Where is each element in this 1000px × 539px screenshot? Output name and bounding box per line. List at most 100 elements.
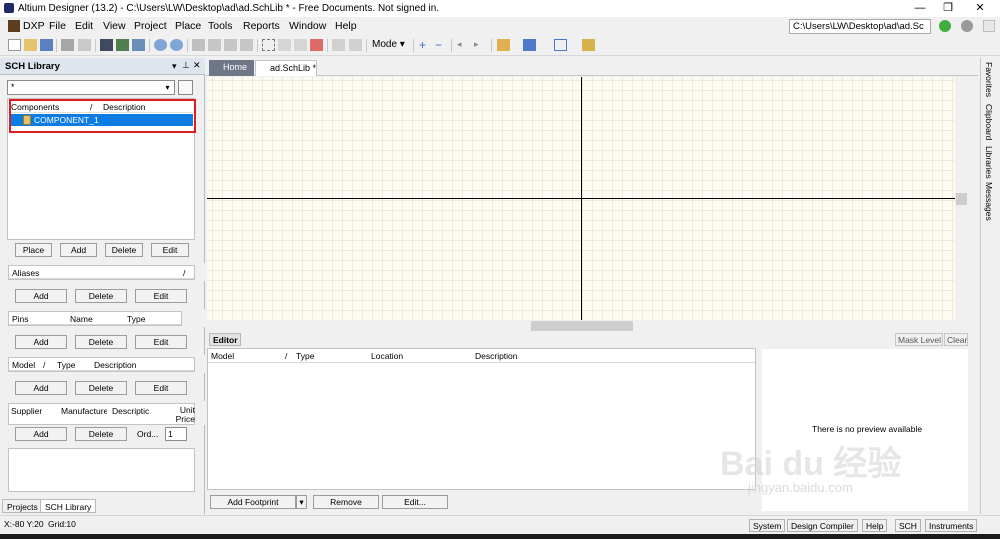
ieee-symbols-icon[interactable]: [497, 39, 510, 51]
tab-favorites[interactable]: Favorites: [984, 62, 994, 97]
model-scrollbar[interactable]: [195, 355, 205, 373]
menu-view[interactable]: View: [103, 20, 126, 32]
print-icon[interactable]: [61, 39, 74, 51]
instruments-button[interactable]: Instruments: [925, 519, 978, 532]
grid-icon[interactable]: [554, 39, 567, 51]
select-area-icon[interactable]: [262, 39, 275, 51]
tab-schlib[interactable]: ad.SchLib *: [255, 60, 317, 76]
rubber-stamp-icon[interactable]: [240, 39, 253, 51]
description-column-header[interactable]: Description: [94, 360, 137, 370]
aliases-column-header[interactable]: Aliases: [12, 268, 39, 278]
supplier-scrollbar[interactable]: [195, 401, 205, 425]
menu-reports[interactable]: Reports: [243, 20, 280, 32]
menu-edit[interactable]: Edit: [75, 20, 93, 32]
remove-icon[interactable]: −: [435, 39, 448, 51]
edit-model-button[interactable]: Edit: [135, 381, 187, 395]
redo-icon[interactable]: [349, 39, 362, 51]
paste-icon[interactable]: [224, 39, 237, 51]
menu-tools[interactable]: Tools: [208, 20, 233, 32]
canvas-vertical-scrollbar[interactable]: [955, 77, 968, 321]
open-folder-icon[interactable]: [24, 39, 37, 51]
name-column-header[interactable]: Name: [70, 314, 93, 324]
delete-pin-button[interactable]: Delete: [75, 335, 127, 349]
mode-dropdown[interactable]: Mode ▾: [372, 39, 405, 50]
arrow-right-icon[interactable]: ▸: [474, 39, 487, 51]
remove-model-button[interactable]: Remove: [313, 495, 379, 509]
tab-messages[interactable]: Messages: [984, 182, 994, 221]
supplier-column-header[interactable]: Supplier: [11, 406, 42, 416]
tab-projects[interactable]: Projects: [2, 499, 43, 513]
undo-icon[interactable]: [332, 39, 345, 51]
menu-help[interactable]: Help: [335, 20, 357, 32]
panel-menu-icon[interactable]: ▾: [172, 61, 177, 72]
delete-component-button[interactable]: Delete: [105, 243, 143, 257]
pin-icon[interactable]: ⊥: [182, 60, 190, 71]
add-component-button[interactable]: Add: [60, 243, 97, 257]
save-icon[interactable]: [40, 39, 53, 51]
print-preview-icon[interactable]: [78, 39, 91, 51]
deselect-icon[interactable]: [310, 39, 323, 51]
add-footprint-button[interactable]: Add Footprint: [210, 495, 296, 509]
restore-button[interactable]: ❐: [934, 1, 962, 15]
add-supplier-button[interactable]: Add: [15, 427, 67, 441]
new-file-icon[interactable]: [8, 39, 21, 51]
model-column-header[interactable]: Model: [211, 351, 234, 361]
copy-icon[interactable]: [208, 39, 221, 51]
tab-home[interactable]: Home: [209, 60, 254, 76]
zoom-in-icon[interactable]: [154, 39, 167, 51]
location-column-header[interactable]: Location: [371, 351, 403, 361]
aliases-scrollbar[interactable]: [195, 263, 205, 281]
edit-pin-button[interactable]: Edit: [135, 335, 187, 349]
edit-component-button[interactable]: Edit: [151, 243, 189, 257]
move-icon[interactable]: [278, 39, 291, 51]
order-quantity-stepper[interactable]: 1: [165, 427, 187, 441]
zoom-out-icon[interactable]: [170, 39, 183, 51]
edit-alias-button[interactable]: Edit: [135, 289, 187, 303]
device-sheet-icon[interactable]: [116, 39, 129, 51]
canvas-horizontal-scrollbar[interactable]: [207, 320, 955, 332]
open-project-icon[interactable]: [100, 39, 113, 51]
editor-tab[interactable]: Editor: [209, 333, 241, 346]
add-icon[interactable]: +: [419, 39, 432, 51]
unit-price-column-header[interactable]: Unit Price: [171, 406, 195, 424]
panel-close-icon[interactable]: ✕: [193, 60, 201, 71]
component-filter-input[interactable]: * ▾: [7, 80, 175, 95]
close-button[interactable]: ✕: [966, 1, 994, 15]
sch-button[interactable]: SCH: [895, 519, 921, 532]
filter-search-icon[interactable]: [178, 80, 193, 95]
manufacturer-column-header[interactable]: Manufacture: [61, 406, 107, 416]
type-column-header[interactable]: Type: [57, 360, 75, 370]
path-input[interactable]: C:\Users\LW\Desktop\ad\ad.Sc: [789, 19, 931, 34]
description-column-header[interactable]: Description: [475, 351, 518, 361]
add-pin-button[interactable]: Add: [15, 335, 67, 349]
help-button[interactable]: Help: [862, 519, 888, 532]
home-nav-icon[interactable]: [983, 20, 995, 32]
library-icon[interactable]: [132, 39, 145, 51]
pins-scrollbar[interactable]: [195, 309, 205, 327]
description-column-header[interactable]: Descriptic: [112, 406, 152, 416]
add-alias-button[interactable]: Add: [15, 289, 67, 303]
edit-model-button[interactable]: Edit...: [382, 495, 448, 509]
add-model-button[interactable]: Add: [15, 381, 67, 395]
design-compiler-button[interactable]: Design Compiler: [787, 519, 858, 532]
system-button[interactable]: System: [749, 519, 786, 532]
menu-file[interactable]: File: [49, 20, 66, 32]
type-column-header[interactable]: Type: [127, 314, 145, 324]
cut-icon[interactable]: [192, 39, 205, 51]
mode-extra-icon[interactable]: [582, 39, 595, 51]
scroll-thumb[interactable]: [956, 193, 967, 205]
mask-level-button[interactable]: Mask Level: [895, 333, 943, 346]
clear-button[interactable]: Clear: [944, 333, 968, 346]
select-icon[interactable]: [294, 39, 307, 51]
add-footprint-dropdown[interactable]: ▾: [296, 495, 307, 509]
forward-icon[interactable]: [961, 20, 973, 32]
back-icon[interactable]: [939, 20, 951, 32]
place-button[interactable]: Place: [15, 243, 52, 257]
menu-project[interactable]: Project: [134, 20, 167, 32]
tab-sch-library[interactable]: SCH Library: [40, 499, 97, 513]
type-column-header[interactable]: Type: [296, 351, 314, 361]
minimize-button[interactable]: —: [906, 1, 934, 15]
menu-place[interactable]: Place: [175, 20, 201, 32]
chevron-down-icon[interactable]: ▾: [162, 82, 173, 93]
drawing-tools-icon[interactable]: [523, 39, 536, 51]
